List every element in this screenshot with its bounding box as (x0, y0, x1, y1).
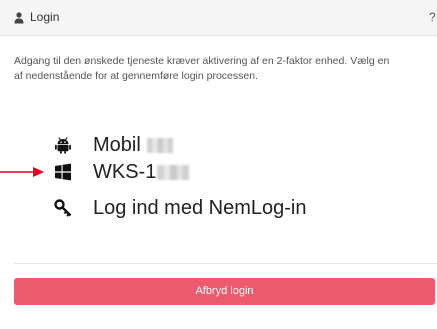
user-icon (14, 12, 24, 24)
question-icon[interactable]: ? (429, 10, 436, 24)
login-panel: Login ? Adgang til den ønskede tjeneste … (0, 0, 437, 329)
annotation-arrow-icon (0, 167, 44, 177)
option-workstation[interactable]: WKS-1 (0, 159, 437, 185)
intro-line-1: Adgang til den ønskede tjeneste kræver a… (14, 55, 390, 67)
option-nemlogin-label: Log ind med NemLog-in (93, 197, 307, 219)
panel-header: Login ? (0, 0, 437, 36)
panel-title: Login (30, 10, 60, 24)
windows-icon (55, 163, 71, 181)
option-mobile[interactable]: Mobil (0, 132, 437, 158)
key-icon (54, 199, 72, 217)
redacted-block (157, 165, 190, 181)
redacted-block (146, 138, 173, 154)
divider (14, 263, 437, 264)
option-nemlogin[interactable]: Log ind med NemLog-in (0, 195, 437, 221)
option-mobile-label: Mobil (93, 132, 173, 158)
option-workstation-label: WKS-1 (93, 159, 190, 185)
intro-text: Adgang til den ønskede tjeneste kræver a… (14, 54, 434, 84)
cancel-login-button[interactable]: Afbryd login (14, 278, 435, 305)
android-icon (55, 137, 71, 154)
intro-line-2: af nedenstående for at gennemføre login … (14, 70, 258, 82)
